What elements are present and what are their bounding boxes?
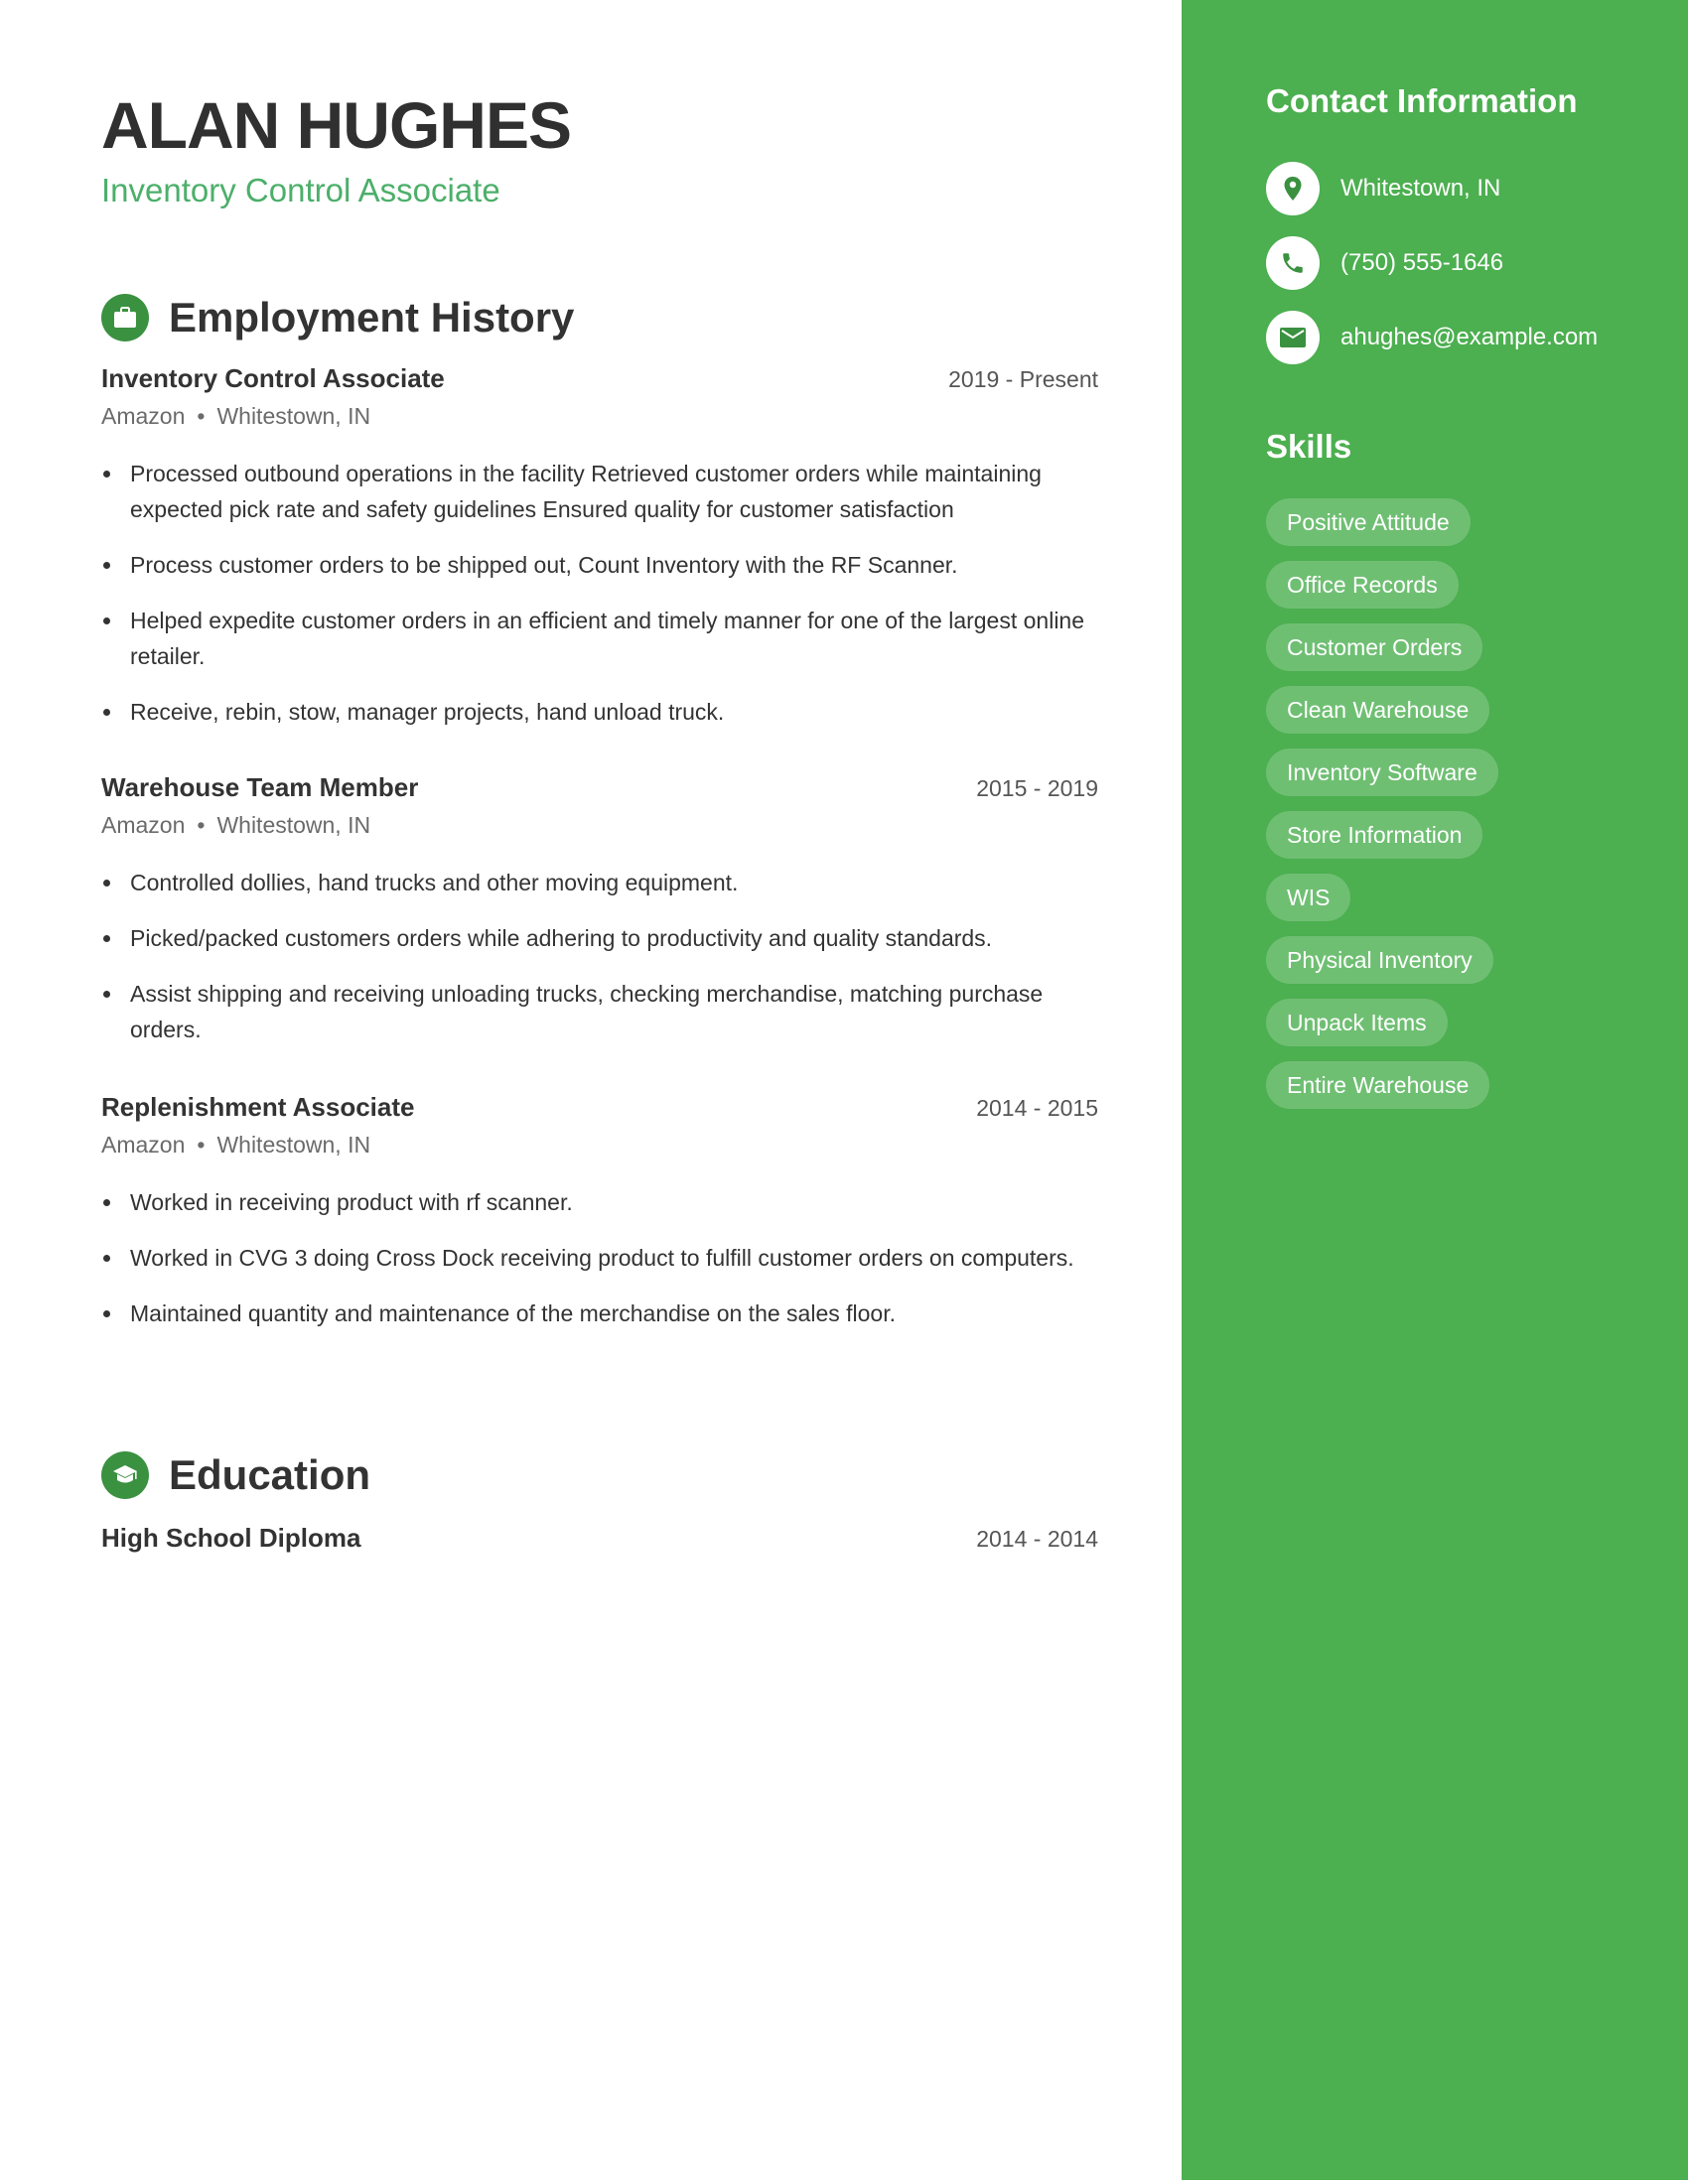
- job-entry: Replenishment Associate 2014 - 2015 Amaz…: [101, 1090, 1098, 1351]
- skill-tag: Unpack Items: [1266, 999, 1448, 1046]
- phone-icon: [1266, 236, 1320, 290]
- bullet-item: Receive, rebin, stow, manager projects, …: [101, 694, 1098, 730]
- skills-list: Positive Attitude Office Records Custome…: [1266, 498, 1498, 1124]
- skills-section-title: Skills: [1266, 428, 1352, 465]
- job-dates: 2014 - 2015: [976, 1095, 1098, 1121]
- education-section-title: Education: [169, 1451, 371, 1498]
- bullet-item: Controlled dollies, hand trucks and othe…: [101, 865, 1098, 900]
- job-location: Whitestown, IN: [216, 1132, 371, 1158]
- sidebar: Contact Information Whitestown, IN (750)…: [1182, 0, 1688, 2180]
- separator-dot: •: [197, 403, 206, 429]
- employment-section-header: Employment History: [101, 294, 574, 341]
- contact-phone: (750) 555-1646: [1266, 236, 1503, 290]
- bullet-item: Process customer orders to be shipped ou…: [101, 547, 1098, 583]
- candidate-name: ALAN HUGHES: [101, 88, 572, 162]
- separator-dot: •: [197, 812, 206, 838]
- job-bullets: Controlled dollies, hand trucks and othe…: [101, 865, 1098, 1047]
- job-meta: Amazon • Whitestown, IN: [101, 1129, 1098, 1160]
- separator-dot: •: [197, 1132, 206, 1158]
- skill-tag: Customer Orders: [1266, 623, 1483, 671]
- contact-email: ahughes@example.com: [1266, 311, 1598, 364]
- job-dates: 2015 - 2019: [976, 775, 1098, 801]
- email-icon: [1266, 311, 1320, 364]
- bullet-item: Assist shipping and receiving unloading …: [101, 976, 1098, 1047]
- bullet-item: Worked in receiving product with rf scan…: [101, 1184, 1098, 1220]
- job-bullets: Processed outbound operations in the fac…: [101, 456, 1098, 730]
- education-title: High School Diploma: [101, 1523, 361, 1553]
- skill-tag: Positive Attitude: [1266, 498, 1471, 546]
- job-meta: Amazon • Whitestown, IN: [101, 809, 1098, 841]
- skill-tag: Physical Inventory: [1266, 936, 1493, 984]
- contact-location: Whitestown, IN: [1266, 162, 1500, 215]
- job-title: Warehouse Team Member: [101, 772, 419, 802]
- skill-tag: Inventory Software: [1266, 749, 1498, 796]
- skill-tag: Clean Warehouse: [1266, 686, 1490, 734]
- bullet-item: Processed outbound operations in the fac…: [101, 456, 1098, 527]
- contact-location-text: Whitestown, IN: [1340, 175, 1501, 202]
- job-meta: Amazon • Whitestown, IN: [101, 400, 1098, 432]
- job-location: Whitestown, IN: [216, 812, 371, 838]
- graduation-cap-icon: [101, 1451, 149, 1499]
- job-entry: Inventory Control Associate 2019 - Prese…: [101, 361, 1098, 750]
- candidate-headline: Inventory Control Associate: [101, 172, 500, 208]
- job-title: Inventory Control Associate: [101, 363, 445, 393]
- education-section-header: Education: [101, 1451, 370, 1499]
- contact-email-text: ahughes@example.com: [1340, 324, 1599, 350]
- skill-tag: Entire Warehouse: [1266, 1061, 1490, 1109]
- contact-phone-text: (750) 555-1646: [1340, 249, 1504, 276]
- employment-section-title: Employment History: [169, 294, 575, 341]
- job-entry: Warehouse Team Member 2015 - 2019 Amazon…: [101, 770, 1098, 1067]
- job-dates: 2019 - Present: [948, 366, 1098, 392]
- job-bullets: Worked in receiving product with rf scan…: [101, 1184, 1098, 1331]
- bullet-item: Worked in CVG 3 doing Cross Dock receivi…: [101, 1240, 1098, 1276]
- bullet-item: Picked/packed customers orders while adh…: [101, 920, 1098, 956]
- job-company: Amazon: [101, 403, 186, 429]
- job-title: Replenishment Associate: [101, 1092, 415, 1122]
- briefcase-icon: [101, 294, 149, 341]
- education-entry: High School Diploma 2014 - 2014: [101, 1521, 1098, 1556]
- skill-tag: Store Information: [1266, 811, 1483, 859]
- skill-tag: WIS: [1266, 874, 1351, 921]
- contact-section-title: Contact Information: [1266, 82, 1578, 119]
- job-company: Amazon: [101, 1132, 186, 1158]
- bullet-item: Helped expedite customer orders in an ef…: [101, 603, 1098, 674]
- job-company: Amazon: [101, 812, 186, 838]
- job-location: Whitestown, IN: [216, 403, 371, 429]
- education-dates: 2014 - 2014: [976, 1526, 1098, 1552]
- skill-tag: Office Records: [1266, 561, 1459, 609]
- bullet-item: Maintained quantity and maintenance of t…: [101, 1296, 1098, 1331]
- location-pin-icon: [1266, 162, 1320, 215]
